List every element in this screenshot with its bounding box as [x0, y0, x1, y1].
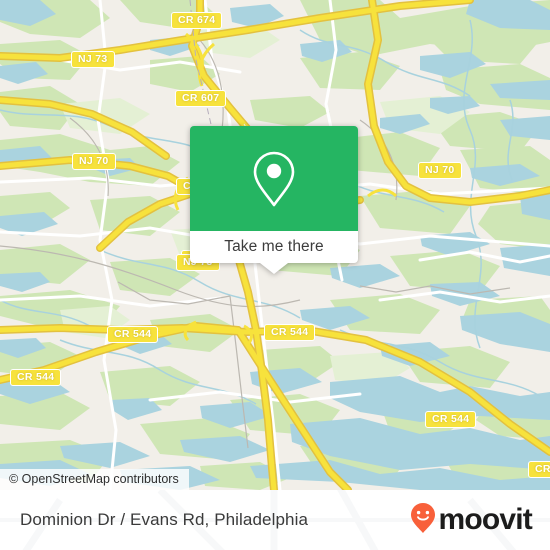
destination-popup[interactable]: Take me there — [190, 126, 358, 274]
road-shield: NJ 70 — [72, 153, 116, 170]
popup-tail — [260, 263, 288, 274]
road-shield: NJ 73 — [71, 51, 115, 68]
moovit-logo[interactable]: moovit — [410, 502, 533, 539]
footer-bar: Dominion Dr / Evans Rd, Philadelphia moo… — [0, 490, 550, 550]
popup-pin-area — [190, 126, 358, 231]
road-shield: CR 607 — [175, 90, 227, 107]
osm-attribution[interactable]: © OpenStreetMap contributors — [0, 469, 189, 490]
moovit-map-card: CR 674 NJ 73 CR 607 NJ 70 CR 544 NJ 70 C… — [0, 0, 550, 550]
road-shield: NJ 70 — [418, 162, 462, 179]
moovit-wordmark: moovit — [438, 503, 532, 536]
map-canvas[interactable]: CR 674 NJ 73 CR 607 NJ 70 CR 544 NJ 70 C… — [0, 0, 550, 490]
location-title: Dominion Dr / Evans Rd, Philadelphia — [20, 510, 309, 529]
road-shield: CR — [528, 461, 550, 478]
moovit-smiley-pin-icon — [410, 502, 436, 539]
road-shield: CR 544 — [264, 324, 316, 341]
road-shield: CR 544 — [107, 326, 159, 343]
road-shield: CR 544 — [10, 369, 62, 386]
location-pin-icon — [251, 150, 297, 208]
take-me-there-label: Take me there — [224, 238, 324, 255]
popup-action-bar[interactable]: Take me there — [190, 231, 358, 263]
road-shield: CR 674 — [171, 12, 223, 29]
road-shield: CR 544 — [425, 411, 477, 428]
